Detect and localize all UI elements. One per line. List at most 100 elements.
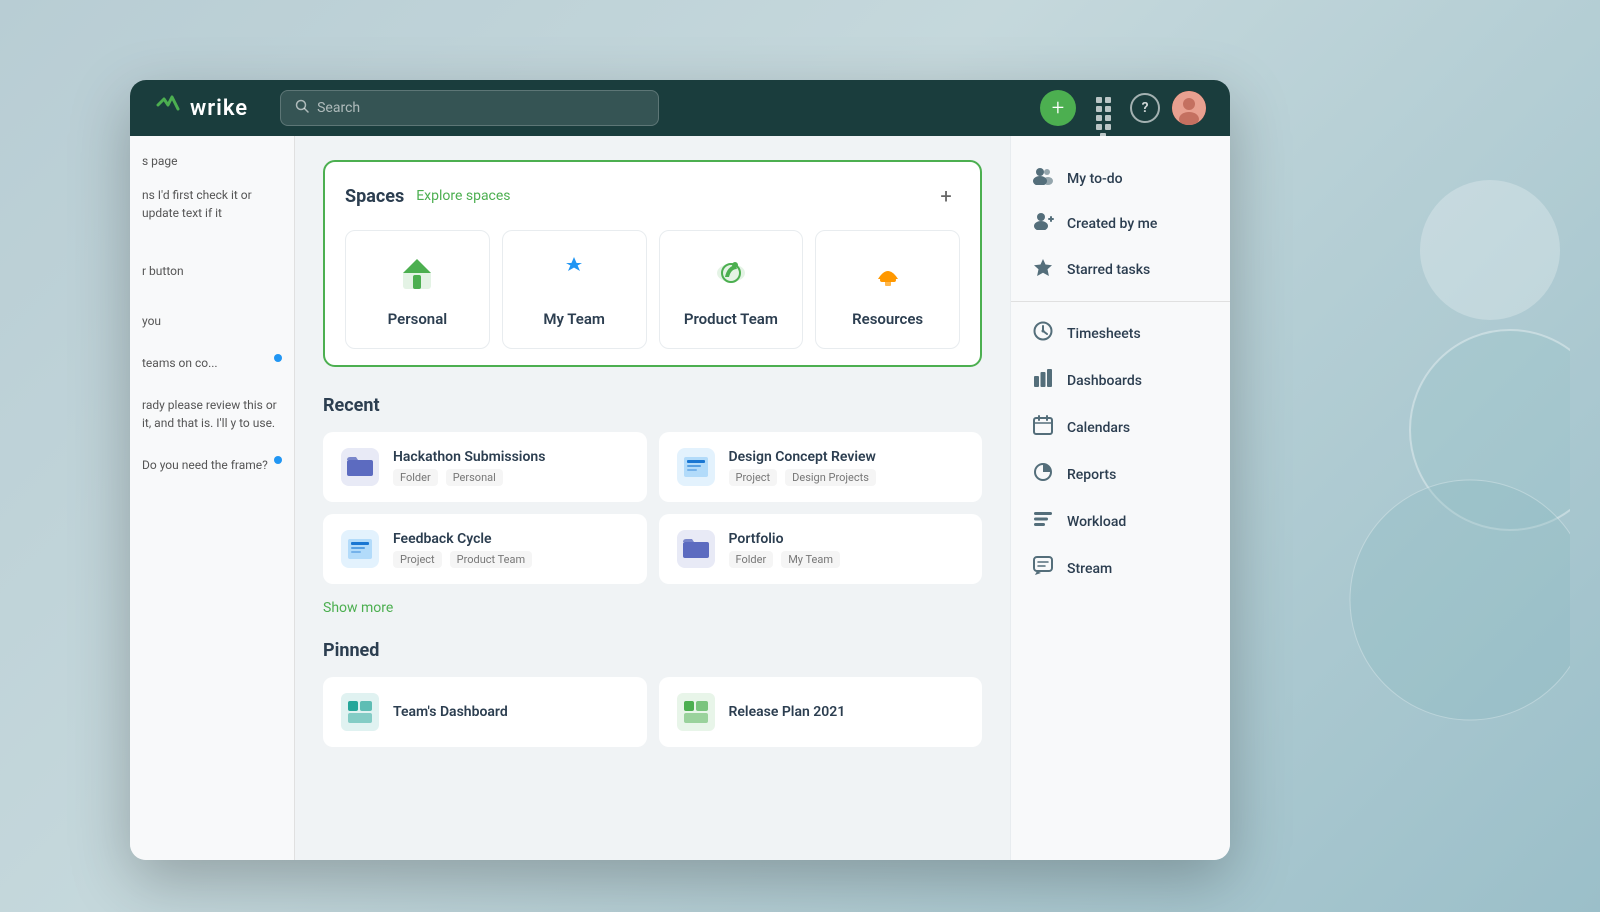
chat-item: rady please review this or it, and that … [142,396,282,432]
sidebar-item-reports[interactable]: Reports [1011,451,1230,498]
spaces-header: Spaces Explore spaces + [345,182,960,210]
space-label-resources: Resources [852,310,923,328]
chat-item: ns I'd first check it or update text if … [142,186,282,222]
chat-item: teams on co... [142,354,282,372]
sidebar-label: Starred tasks [1067,262,1150,278]
space-icon-my-team [556,255,592,296]
spaces-add-button[interactable]: + [932,182,960,210]
sidebar-item-starred-tasks[interactable]: Starred tasks [1011,246,1230,293]
recent-tag-space: Design Projects [785,469,876,486]
unread-dot [274,456,282,464]
people-icon [1031,167,1055,190]
recent-name: Portfolio [729,531,965,547]
logo-text: wrike [190,96,248,121]
recent-tag-type: Project [729,469,778,486]
sidebar-item-workload[interactable]: Workload [1011,498,1230,545]
recent-meta: Project Product Team [393,551,629,568]
pinned-item-teams-dashboard[interactable]: Team's Dashboard [323,677,647,747]
chat-panel: s page ns I'd first check it or update t… [130,136,295,860]
sidebar-label: Reports [1067,467,1116,483]
sidebar-item-stream[interactable]: Stream [1011,545,1230,592]
main-layout: s page ns I'd first check it or update t… [130,136,1230,860]
recent-title: Recent [323,395,982,416]
person-add-icon [1031,212,1055,235]
clock-icon [1031,321,1055,346]
right-sidebar: My to-do Created by me [1010,136,1230,860]
sidebar-label: Calendars [1067,420,1130,436]
space-item-my-team[interactable]: My Team [502,230,647,349]
bar-chart-icon [1031,368,1055,393]
topbar-actions: + ? [1040,90,1206,126]
space-label-product-team: Product Team [684,310,778,328]
space-icon-product-team [713,255,749,296]
sidebar-label: My to-do [1067,171,1123,187]
sidebar-label: Workload [1067,514,1126,530]
sidebar-item-my-todo[interactable]: My to-do [1011,156,1230,201]
recent-tag-type: Folder [393,469,438,486]
screen-container: wrike Search + [130,80,1230,860]
recent-name: Feedback Cycle [393,531,629,547]
spaces-grid: Personal My Team [345,230,960,349]
space-item-product-team[interactable]: Product Team [659,230,804,349]
space-item-resources[interactable]: Resources [815,230,960,349]
space-item-personal[interactable]: Personal [345,230,490,349]
recent-tag-space: Personal [446,469,503,486]
recent-icon-project [677,448,715,486]
sidebar-item-created-by-me[interactable]: Created by me [1011,201,1230,246]
space-icon-resources [870,255,906,296]
search-placeholder: Search [317,100,360,116]
chat-item: s page [142,152,282,170]
help-button[interactable]: ? [1130,93,1160,123]
recent-tag-space: My Team [781,551,840,568]
recent-item-design[interactable]: Design Concept Review Project Design Pro… [659,432,983,502]
pinned-icon-dashboard [341,693,379,731]
logo[interactable]: wrike [154,95,248,121]
sidebar-item-calendars[interactable]: Calendars [1011,404,1230,451]
pinned-name: Team's Dashboard [393,704,508,720]
recent-icon-folder [341,448,379,486]
recent-info: Hackathon Submissions Folder Personal [393,449,629,486]
recent-section: Recent Hackathon Submissions Fo [323,395,982,640]
recent-grid: Hackathon Submissions Folder Personal [323,432,982,584]
unread-dot [274,354,282,362]
pinned-item-release-plan[interactable]: Release Plan 2021 [659,677,983,747]
chat-icon [1031,556,1055,581]
topbar: wrike Search + [130,80,1230,136]
space-label-my-team: My Team [543,310,605,328]
recent-item-portfolio[interactable]: Portfolio Folder My Team [659,514,983,584]
chat-item: r button [142,262,282,280]
pinned-icon-release [677,693,715,731]
logo-icon [154,95,182,121]
sidebar-item-dashboards[interactable]: Dashboards [1011,357,1230,404]
workload-icon [1031,509,1055,534]
search-bar[interactable]: Search [280,90,659,126]
recent-tag-space: Product Team [450,551,532,568]
space-label-personal: Personal [388,310,448,328]
recent-name: Design Concept Review [729,449,965,465]
recent-icon-folder [677,530,715,568]
recent-info: Design Concept Review Project Design Pro… [729,449,965,486]
spaces-title-group: Spaces Explore spaces [345,186,511,207]
explore-spaces-link[interactable]: Explore spaces [416,188,510,204]
pinned-title: Pinned [323,640,982,661]
recent-meta: Folder My Team [729,551,965,568]
user-avatar[interactable] [1172,91,1206,125]
space-icon-personal [399,255,435,296]
sidebar-label: Created by me [1067,216,1157,232]
pinned-grid: Team's Dashboard Release Plan 2021 [323,677,982,747]
recent-name: Hackathon Submissions [393,449,629,465]
recent-item-feedback[interactable]: Feedback Cycle Project Product Team [323,514,647,584]
recent-info: Feedback Cycle Project Product Team [393,531,629,568]
add-button[interactable]: + [1040,90,1076,126]
show-more-link[interactable]: Show more [323,600,393,616]
pinned-section: Pinned Team's Dashboard [323,640,982,747]
sidebar-label: Timesheets [1067,326,1141,342]
pinned-name: Release Plan 2021 [729,704,846,720]
grid-menu-button[interactable] [1088,93,1118,123]
center-content: Spaces Explore spaces + [295,136,1010,860]
sidebar-item-timesheets[interactable]: Timesheets [1011,310,1230,357]
chat-item: Do you need the frame? [142,456,282,474]
spaces-card: Spaces Explore spaces + [323,160,982,367]
star-icon [1031,257,1055,282]
recent-item-hackathon[interactable]: Hackathon Submissions Folder Personal [323,432,647,502]
